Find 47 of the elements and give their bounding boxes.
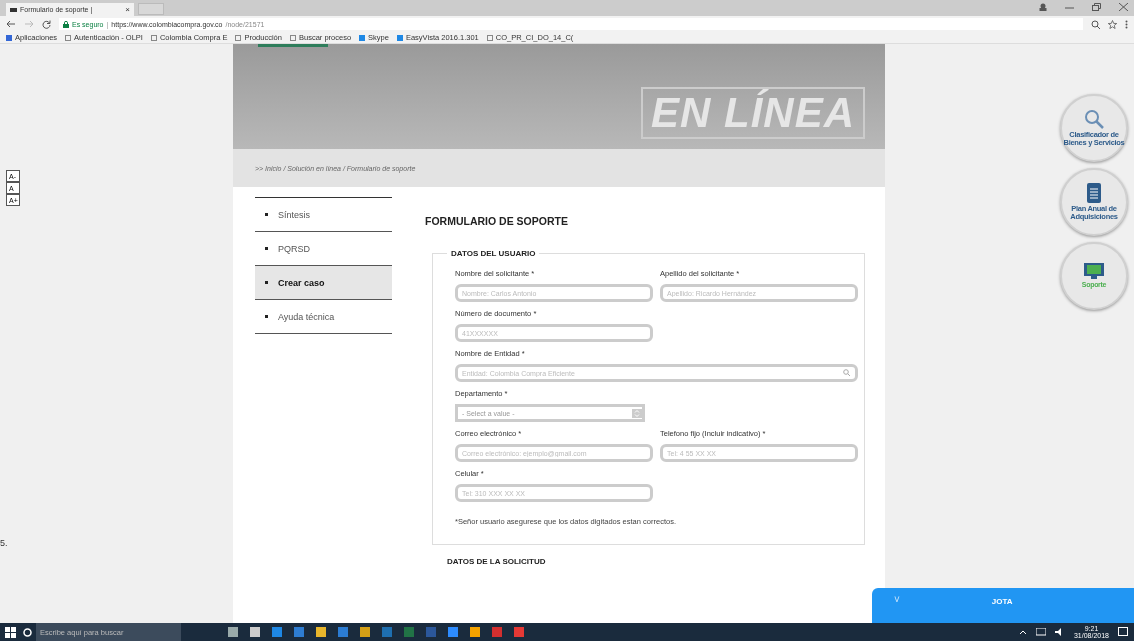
- taskbar-app-icon[interactable]: [404, 627, 414, 637]
- taskbar-app-icon[interactable]: [228, 627, 238, 637]
- new-tab-button[interactable]: [138, 3, 164, 15]
- taskbar-app-icon[interactable]: [338, 627, 348, 637]
- taskbar-app-icon[interactable]: [360, 627, 370, 637]
- close-icon[interactable]: [1119, 2, 1128, 11]
- windows-start-icon[interactable]: [5, 626, 16, 638]
- taskbar-app-icon[interactable]: [492, 627, 502, 637]
- forward-arrow-icon[interactable]: [24, 20, 34, 28]
- stray-text: 5.: [0, 538, 8, 548]
- network-icon[interactable]: [1035, 628, 1046, 636]
- dropdown-arrows-icon: [632, 408, 642, 418]
- taskbar-app-icon[interactable]: [426, 627, 436, 637]
- notification-icon[interactable]: [1118, 627, 1128, 637]
- menu-item[interactable]: Síntesis: [255, 198, 392, 232]
- menu-icon[interactable]: [1125, 19, 1128, 29]
- taskbar-app-icon[interactable]: [316, 627, 326, 637]
- site-icon: [10, 7, 17, 12]
- chevron-up-icon[interactable]: [1018, 629, 1027, 635]
- lock-icon: [63, 20, 69, 28]
- accent-bar: [258, 44, 328, 47]
- section-heading: DATOS DEL USUARIO: [447, 249, 540, 258]
- taskbar-app-icon[interactable]: [294, 627, 304, 637]
- search-icon: [1084, 109, 1104, 130]
- taskbar-app-icon[interactable]: [382, 627, 392, 637]
- menu-item[interactable]: Crear caso: [255, 266, 392, 300]
- taskbar-app-icon[interactable]: [272, 627, 282, 637]
- star-icon[interactable]: [1108, 19, 1117, 29]
- section-heading: DATOS DE LA SOLICITUD: [447, 557, 547, 566]
- document-icon: [1087, 183, 1101, 204]
- cortana-circle-icon: [23, 627, 32, 637]
- tab-close-button[interactable]: ×: [125, 5, 130, 14]
- monitor-icon: [1084, 263, 1104, 280]
- taskbar-app-icon[interactable]: [514, 627, 524, 637]
- taskbar-app-icon[interactable]: [250, 627, 260, 637]
- taskbar-app-icon[interactable]: [448, 627, 458, 637]
- reload-icon[interactable]: [42, 19, 51, 29]
- form-title: FORMULARIO DE SOPORTE: [425, 215, 569, 227]
- zoom-icon[interactable]: [1091, 19, 1100, 29]
- user-icon[interactable]: [1039, 2, 1047, 11]
- back-arrow-icon[interactable]: [6, 20, 16, 28]
- banner-title: EN LÍNEA: [641, 87, 865, 139]
- search-icon: [843, 369, 850, 376]
- restore-icon[interactable]: [1092, 2, 1101, 11]
- menu-item[interactable]: Ayuda técnica: [255, 300, 392, 334]
- chat-title: JOTA: [991, 597, 1013, 606]
- taskbar-app-icon[interactable]: [470, 627, 480, 637]
